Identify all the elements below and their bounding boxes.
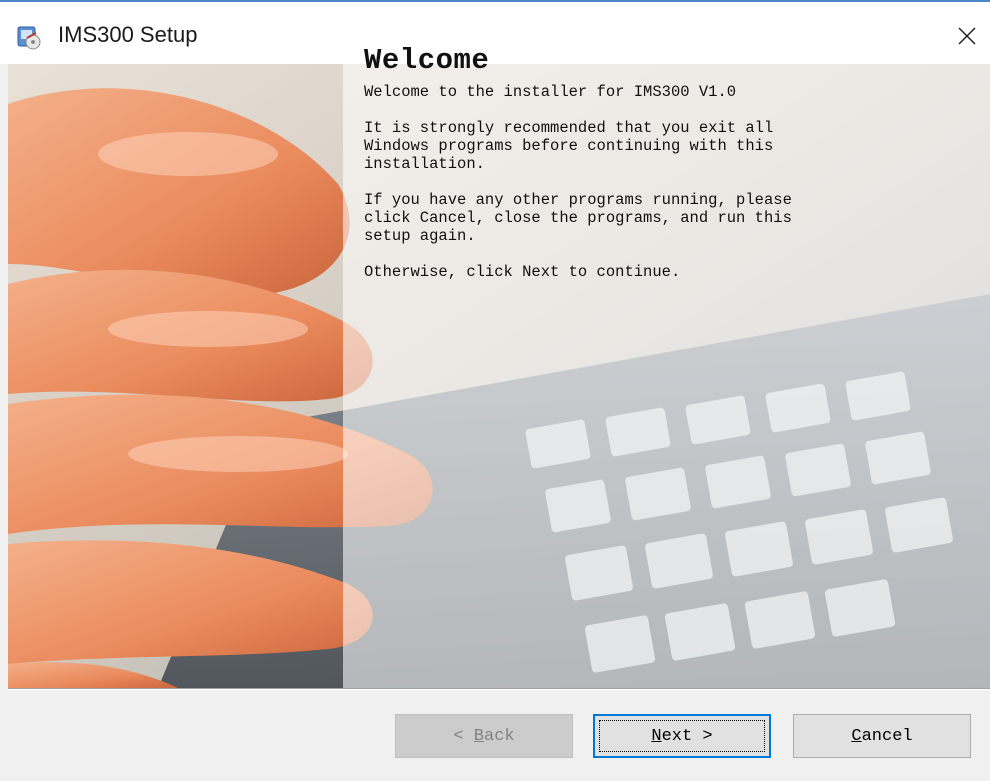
- welcome-text: Welcome Welcome to the installer for IMS…: [364, 44, 964, 299]
- installer-app-icon: [17, 26, 41, 50]
- next-button[interactable]: Next >: [593, 714, 771, 758]
- background-window-edge: [0, 0, 990, 8]
- back-button[interactable]: < Back: [395, 714, 573, 758]
- cancel-button[interactable]: Cancel: [793, 714, 971, 758]
- window-title: IMS300 Setup: [58, 22, 198, 47]
- window-border: [0, 0, 990, 2]
- cancel-instructions-text: If you have any other programs running, …: [364, 191, 792, 245]
- page-title: Welcome: [364, 44, 490, 77]
- continue-instructions-text: Otherwise, click Next to continue.: [364, 263, 681, 281]
- setup-dialog: IMS300 Setup Welcome Welcome to the inst…: [0, 8, 990, 781]
- close-icon: [958, 27, 976, 45]
- subtitle-text: Welcome to the installer for IMS300 V1.0: [364, 83, 737, 101]
- next-button-label: Next >: [651, 726, 713, 746]
- recommend-text: It is strongly recommended that you exit…: [364, 119, 774, 173]
- back-button-label: < Back: [453, 726, 515, 746]
- cancel-button-label: Cancel: [851, 726, 913, 746]
- footer-separator: [8, 688, 990, 690]
